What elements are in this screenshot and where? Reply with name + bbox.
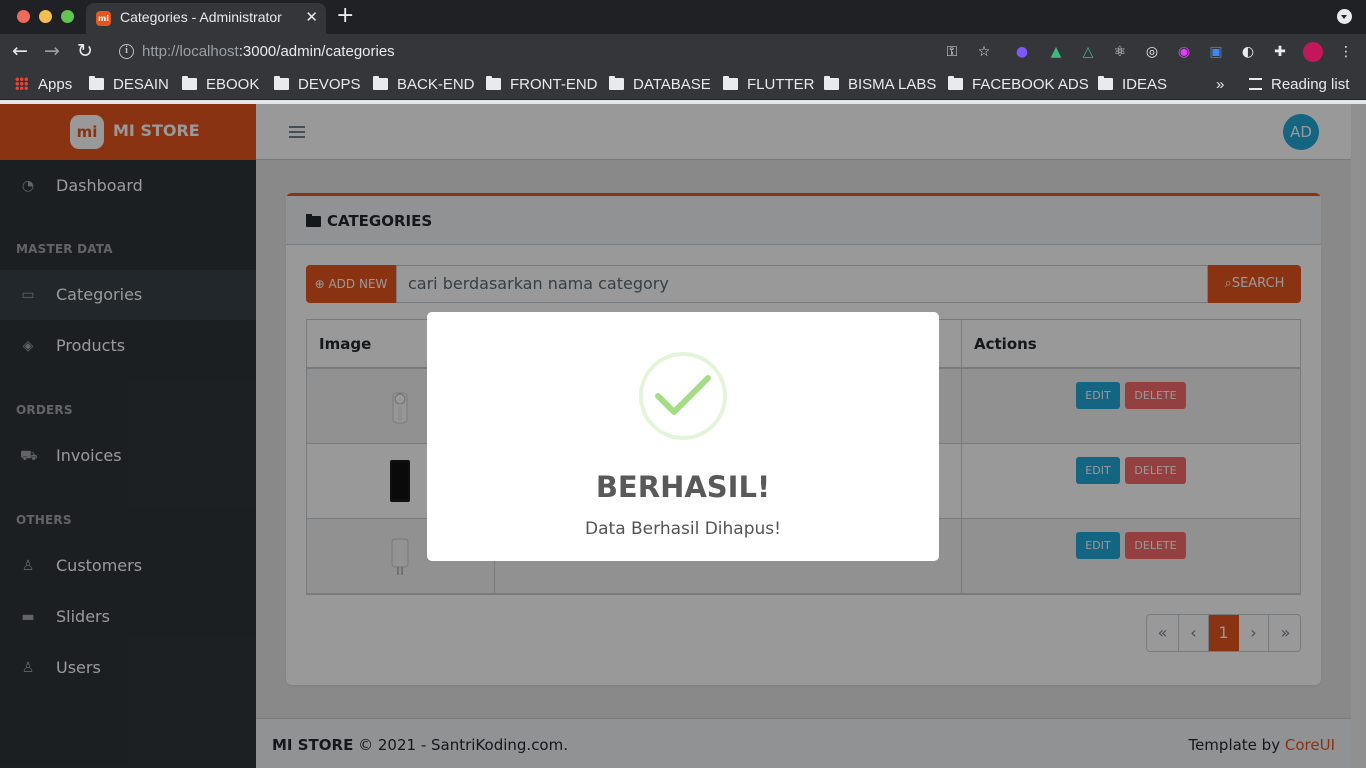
bookmark-folder[interactable]: EBOOK bbox=[182, 76, 259, 94]
folder-icon bbox=[89, 76, 104, 90]
reload-icon[interactable]: ↻ bbox=[77, 40, 93, 62]
react-devtools-icon[interactable]: ⚛ bbox=[1112, 44, 1128, 60]
bookmark-label: FRONT-END bbox=[510, 76, 598, 93]
close-tab-icon[interactable]: ✕ bbox=[305, 8, 318, 26]
address-bar[interactable]: http://localhost:3000/admin/categories bbox=[142, 43, 395, 60]
folder-icon bbox=[723, 76, 738, 90]
back-arrow-icon[interactable]: ← bbox=[12, 40, 28, 62]
bookmark-label: IDEAS bbox=[1122, 76, 1168, 93]
folder-icon bbox=[486, 76, 501, 90]
tab-search-icon[interactable] bbox=[1337, 9, 1352, 24]
bookmark-folder[interactable]: FLUTTER bbox=[723, 76, 815, 94]
browser-tab-bar: mi Categories - Administrator ✕ + bbox=[0, 0, 1366, 34]
target-icon[interactable]: ◎ bbox=[1144, 44, 1160, 60]
folder-icon bbox=[824, 76, 839, 90]
bookmark-folder[interactable]: DATABASE bbox=[609, 76, 711, 94]
bookmark-folder[interactable]: DEVOPS bbox=[274, 76, 361, 94]
bookmark-folder[interactable]: FACEBOOK ADS bbox=[948, 76, 1089, 94]
reading-list-label: Reading list bbox=[1271, 76, 1350, 93]
vue-devtools-alt-icon[interactable]: △ bbox=[1080, 44, 1096, 60]
bookmark-star-icon[interactable]: ☆ bbox=[976, 44, 992, 60]
folder-icon bbox=[274, 76, 289, 90]
new-tab-icon[interactable]: + bbox=[336, 4, 354, 28]
bookmark-apps[interactable]: Apps bbox=[15, 76, 72, 94]
profile-avatar-icon[interactable] bbox=[1303, 42, 1323, 62]
more-bookmarks-button[interactable]: » bbox=[1216, 76, 1224, 94]
forward-arrow-icon[interactable]: → bbox=[44, 40, 60, 62]
modal-message: Data Berhasil Dihapus! bbox=[585, 519, 781, 539]
folder-icon bbox=[609, 76, 624, 90]
mi-favicon-icon: mi bbox=[96, 11, 111, 26]
bookmark-folder[interactable]: FRONT-END bbox=[486, 76, 598, 94]
translate-icon[interactable]: ▣ bbox=[1208, 44, 1224, 60]
minimize-window-button[interactable] bbox=[39, 10, 52, 23]
bookmark-folder[interactable]: BACK-END bbox=[373, 76, 475, 94]
bookmark-label: Apps bbox=[38, 76, 73, 93]
browser-toolbar: ← → ↻ i http://localhost:3000/admin/cate… bbox=[0, 34, 1366, 99]
reading-list-button[interactable]: Reading list bbox=[1249, 76, 1349, 94]
bookmark-label: DESAIN bbox=[113, 76, 169, 93]
maximize-window-button[interactable] bbox=[61, 10, 74, 23]
bookmark-folder[interactable]: DESAIN bbox=[89, 76, 169, 94]
modal-title: BERHASIL! bbox=[595, 470, 771, 504]
folder-icon bbox=[182, 76, 197, 90]
close-window-button[interactable] bbox=[17, 10, 30, 23]
key-icon[interactable]: ⚿ bbox=[944, 44, 960, 60]
site-info-icon[interactable]: i bbox=[119, 44, 134, 59]
bookmark-label: FACEBOOK ADS bbox=[972, 76, 1089, 93]
apps-grid-icon bbox=[15, 77, 28, 90]
extension-icon[interactable]: ● bbox=[1014, 44, 1030, 60]
extensions-puzzle-icon[interactable]: ✚ bbox=[1272, 44, 1288, 60]
folder-icon bbox=[1098, 76, 1113, 90]
browser-menu-icon[interactable]: ⋮ bbox=[1338, 44, 1354, 60]
bookmark-folder[interactable]: BISMA LABS bbox=[824, 76, 936, 94]
bookmark-label: BISMA LABS bbox=[848, 76, 937, 93]
bookmark-label: FLUTTER bbox=[747, 76, 815, 93]
tab-title: Categories - Administrator bbox=[120, 9, 282, 25]
color-picker-icon[interactable]: ◉ bbox=[1176, 44, 1192, 60]
folder-icon bbox=[373, 76, 388, 90]
success-modal: BERHASIL! Data Berhasil Dihapus! bbox=[427, 312, 939, 561]
bookmark-label: BACK-END bbox=[397, 76, 475, 93]
bookmarks-bar: Apps DESAIN EBOOK DEVOPS BACK-END FRONT-… bbox=[0, 70, 1366, 100]
bookmark-label: EBOOK bbox=[206, 76, 260, 93]
folder-icon bbox=[948, 76, 963, 90]
dark-mode-icon[interactable]: ◐ bbox=[1240, 44, 1256, 60]
success-checkmark-icon bbox=[655, 375, 711, 415]
bookmark-folder[interactable]: IDEAS bbox=[1098, 76, 1167, 94]
browser-tab[interactable]: mi Categories - Administrator ✕ bbox=[86, 3, 326, 34]
bookmark-label: DATABASE bbox=[633, 76, 711, 93]
reading-list-icon bbox=[1249, 78, 1262, 90]
bookmark-label: DEVOPS bbox=[298, 76, 361, 93]
vue-devtools-icon[interactable]: ▲ bbox=[1048, 44, 1064, 60]
url-path: :3000/admin/categories bbox=[238, 43, 395, 60]
url-host: http://localhost bbox=[142, 43, 239, 60]
